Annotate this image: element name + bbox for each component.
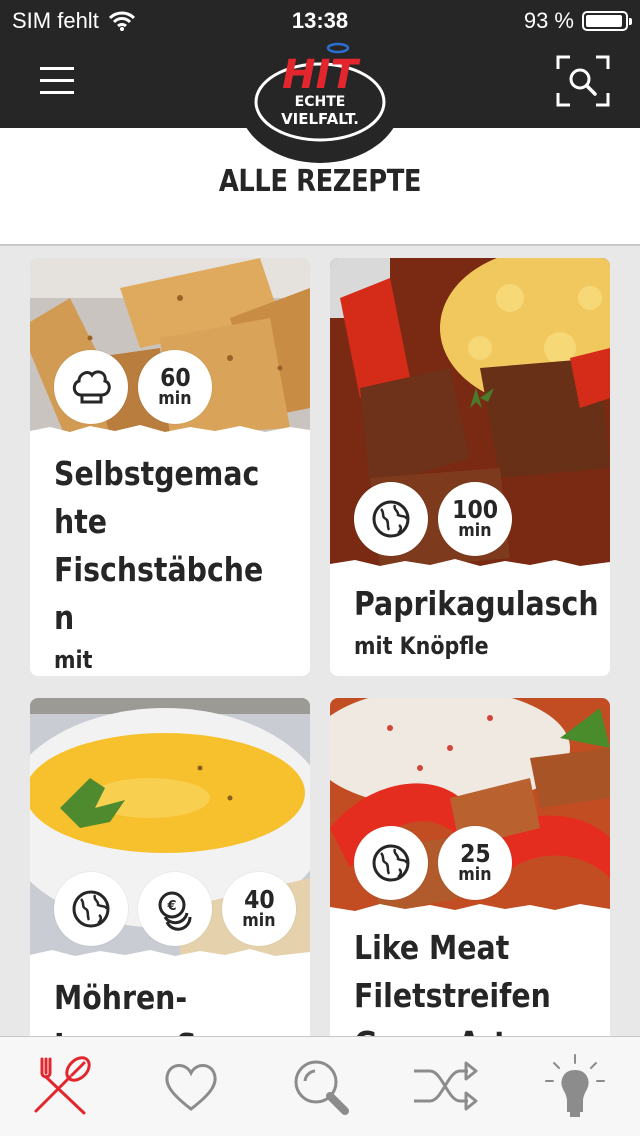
time-value: 100 xyxy=(452,495,498,524)
svg-text:HIT: HIT xyxy=(282,52,360,98)
recipe-photo[interactable]: 100 min xyxy=(330,258,610,570)
tab-tips[interactable] xyxy=(540,1051,610,1121)
heart-icon xyxy=(165,1064,217,1111)
time-value: 40 xyxy=(243,885,275,914)
coins-icon: € xyxy=(158,891,192,931)
recipe-title: Möhren-Ingwer-Suppe xyxy=(54,978,277,1036)
tab-search[interactable] xyxy=(285,1051,355,1121)
battery-icon xyxy=(582,11,632,31)
battery-status: 93 % xyxy=(523,8,632,34)
globe-badge xyxy=(354,826,428,900)
globe-badge xyxy=(54,872,128,946)
globe-icon xyxy=(372,844,410,882)
price-badge: € xyxy=(138,872,212,946)
lightbulb-icon xyxy=(545,1054,605,1117)
time-badge: 100 min xyxy=(438,482,512,556)
time-value: 25 xyxy=(459,839,491,868)
time-unit: min xyxy=(242,910,276,931)
time-badge: 25 min xyxy=(438,826,512,900)
tab-bar xyxy=(0,1036,640,1136)
recipe-grid[interactable]: 60 min Selbstgemachte Fischstäbchen mit … xyxy=(0,248,640,1036)
recipe-subtitle: mit Knöpfle xyxy=(354,632,489,660)
globe-icon xyxy=(372,500,410,538)
time-unit: min xyxy=(158,388,192,409)
recipe-subtitle: mit Remouladensauce xyxy=(54,646,93,674)
hit-logo[interactable]: HIT ECHTE VIELFALT. xyxy=(234,37,406,164)
recipe-card[interactable]: 25 min Like Meat Filetstreifen Gyros-Art xyxy=(330,698,610,1036)
recipes-icon xyxy=(34,1056,91,1115)
page-title: ALLE REZEPTE xyxy=(218,164,422,199)
battery-percent: 93 % xyxy=(523,8,574,33)
recipe-photo[interactable]: € 40 min xyxy=(30,698,310,960)
scan-search-icon[interactable] xyxy=(556,55,610,107)
time-badge: 60 min xyxy=(138,350,212,424)
chef-hat-badge xyxy=(54,350,128,424)
recipe-title: Selbstgemachte Fischstäbchen xyxy=(54,454,264,637)
recipe-card[interactable]: 60 min Selbstgemachte Fischstäbchen mit … xyxy=(30,258,310,676)
shuffle-icon xyxy=(414,1061,478,1111)
recipe-photo[interactable]: 25 min xyxy=(330,698,610,914)
chef-hat-icon xyxy=(72,370,111,404)
svg-text:ECHTE: ECHTE xyxy=(295,94,346,110)
recipe-badges: 100 min xyxy=(354,482,512,556)
recipe-card[interactable]: € 40 min Möhren-Ingwer-Suppe xyxy=(30,698,310,1036)
time-unit: min xyxy=(458,520,492,541)
recipe-photo[interactable]: 60 min xyxy=(30,258,310,436)
time-badge: 40 min xyxy=(222,872,296,946)
tab-recipes[interactable] xyxy=(26,1051,96,1121)
recipe-badges: 25 min xyxy=(354,826,512,900)
recipe-badges: € 40 min xyxy=(54,872,296,946)
svg-text:€: € xyxy=(166,899,176,914)
recipe-title: Like Meat Filetstreifen Gyros-Art xyxy=(354,928,551,1036)
recipe-badges: 60 min xyxy=(54,350,212,424)
search-icon xyxy=(294,1060,349,1115)
time-unit: min xyxy=(458,864,492,885)
globe-badge xyxy=(354,482,428,556)
recipe-card[interactable]: 100 min Paprikagulasch mit Knöpfle xyxy=(330,258,610,676)
tab-favorites[interactable] xyxy=(156,1051,226,1121)
menu-icon[interactable] xyxy=(40,67,74,95)
recipe-title: Paprikagulasch xyxy=(354,584,599,623)
svg-text:VIELFALT.: VIELFALT. xyxy=(281,110,359,128)
tab-random[interactable] xyxy=(410,1051,480,1121)
time-value: 60 xyxy=(159,363,191,392)
globe-icon xyxy=(72,890,110,928)
status-bar: SIM fehlt 13:38 93 % xyxy=(0,0,640,40)
